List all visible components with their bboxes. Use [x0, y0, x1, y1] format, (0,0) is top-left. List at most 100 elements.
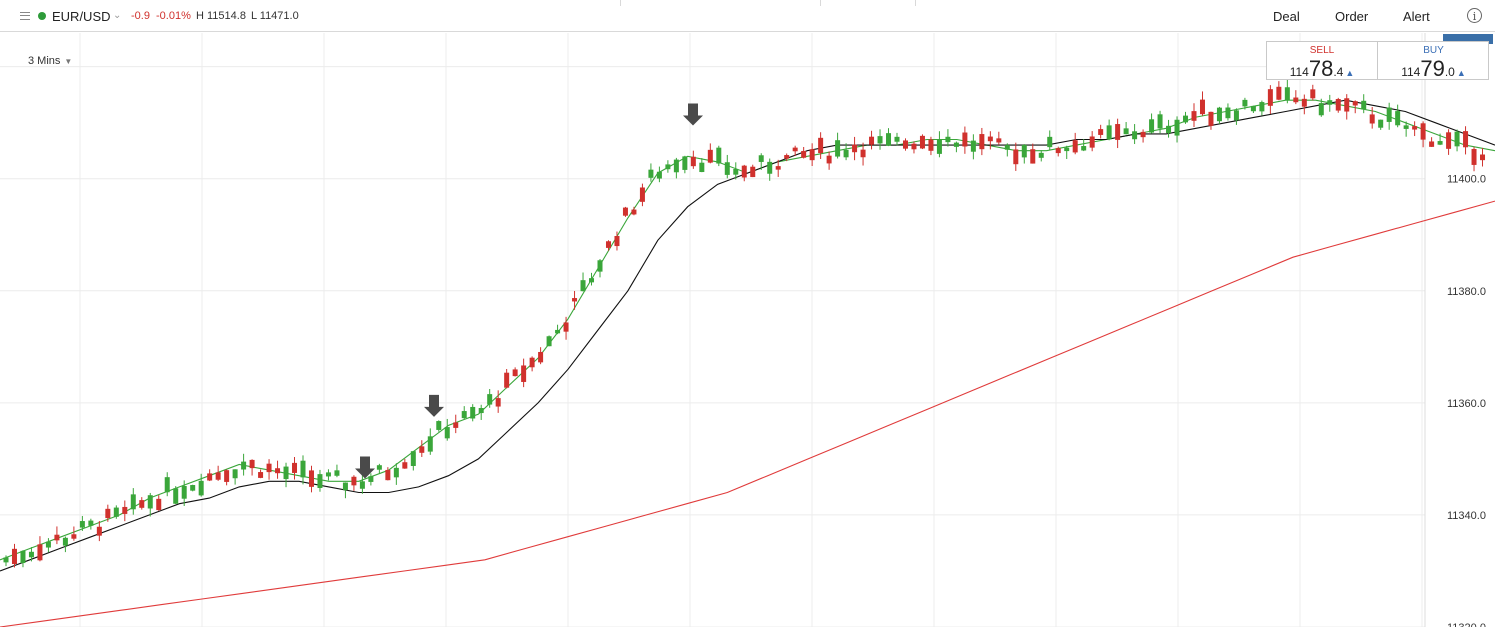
candle-body — [1471, 148, 1477, 165]
candle-body — [1437, 141, 1443, 145]
series-line-2 — [0, 200, 1495, 627]
candle-body — [487, 394, 493, 405]
candle-body — [266, 463, 272, 473]
sell-price-prefix: 114 — [1289, 65, 1309, 79]
candle-body — [775, 166, 781, 170]
candle-body — [28, 551, 34, 558]
candle-body — [1267, 89, 1273, 106]
candle-body — [478, 408, 484, 414]
sell-price: 11478.4 ▲ — [1267, 56, 1377, 82]
y-tick-label: 11400.0 — [1447, 174, 1486, 186]
y-tick-label: 11340.0 — [1447, 510, 1486, 522]
candle-body — [1429, 141, 1435, 147]
candle-body — [1123, 128, 1129, 135]
hamburger-menu-icon[interactable] — [20, 12, 30, 20]
candle-body — [572, 298, 578, 302]
candle-body — [1463, 131, 1469, 148]
deal-button[interactable]: Deal — [1273, 9, 1300, 24]
info-icon[interactable]: i — [1467, 8, 1482, 23]
toolbar-divider — [620, 0, 621, 6]
buy-price-prefix: 114 — [1401, 65, 1421, 79]
series-line-0 — [0, 99, 1495, 561]
candle-body — [173, 488, 179, 504]
candle-body — [538, 351, 544, 363]
candle-body — [1183, 115, 1189, 123]
candle-body — [1310, 89, 1316, 99]
candle-body — [300, 460, 306, 478]
candle-body — [648, 169, 654, 178]
candle-body — [1004, 145, 1010, 150]
candle-body — [359, 481, 365, 489]
candle-body — [563, 322, 569, 332]
candle-body — [1081, 146, 1087, 151]
candle-body — [190, 485, 196, 491]
candle-body — [241, 461, 247, 470]
candle-body — [639, 187, 645, 202]
candle-body — [1072, 140, 1078, 153]
sell-button[interactable]: SELL 11478.4 ▲ — [1267, 42, 1378, 82]
buy-button[interactable]: BUY 11479.0 ▲ — [1378, 42, 1489, 82]
candle-body — [622, 207, 628, 216]
buy-price: 11479.0 ▲ — [1378, 56, 1489, 82]
candle-body — [970, 140, 976, 152]
candle-body — [758, 155, 764, 162]
candle-body — [673, 159, 679, 173]
candle-body — [96, 526, 102, 536]
candle-body — [546, 336, 552, 347]
price-chart[interactable]: 11420.011400.011380.011360.011340.011320… — [0, 33, 1495, 627]
candle-body — [325, 472, 331, 477]
sell-price-pips: 78 — [1308, 56, 1334, 81]
candle-body — [953, 142, 959, 147]
candle-body — [130, 494, 136, 510]
candle-body — [1284, 87, 1290, 101]
candle-body — [1132, 131, 1138, 140]
candle-body — [113, 507, 119, 517]
candle-body — [1335, 99, 1341, 111]
candle-body — [1301, 98, 1307, 107]
candle-body — [1115, 124, 1121, 140]
candle-body — [1208, 111, 1214, 126]
candle-body — [79, 521, 85, 528]
instrument-dropdown-chevron-down-icon[interactable]: ⌄ — [113, 10, 121, 21]
candle-body — [156, 498, 162, 511]
candle-body — [1386, 107, 1392, 122]
y-tick-label: 11360.0 — [1447, 398, 1486, 410]
candle-body — [351, 476, 357, 486]
candle-body — [122, 506, 128, 514]
candle-body — [1047, 136, 1053, 148]
candle-body — [292, 462, 298, 473]
candle-body — [1199, 99, 1205, 115]
candle-body — [1276, 86, 1282, 100]
toolbar-divider — [915, 0, 916, 6]
candle-body — [283, 466, 289, 480]
alert-button[interactable]: Alert — [1403, 9, 1430, 24]
candle-body — [919, 135, 925, 149]
candle-body — [614, 236, 620, 247]
candle-body — [11, 548, 17, 565]
candle-body — [1089, 136, 1095, 148]
candle-body — [1064, 147, 1070, 152]
candle-body — [1318, 103, 1324, 116]
candle-body — [1216, 107, 1222, 122]
candle-body — [1106, 125, 1112, 140]
candle-body — [1403, 125, 1409, 129]
candle-body — [504, 372, 510, 388]
toolbar-divider — [820, 0, 821, 6]
candle-body — [1140, 131, 1146, 138]
candle-body — [342, 482, 348, 491]
candle-body — [88, 520, 94, 526]
candle-body — [979, 134, 985, 150]
candle-body — [521, 365, 527, 382]
order-button[interactable]: Order — [1335, 9, 1368, 24]
candle-body — [1191, 111, 1197, 121]
candle-body — [1038, 152, 1044, 158]
candle-body — [902, 140, 908, 149]
candle-body — [54, 534, 60, 541]
down-arrow-marker-icon — [683, 103, 703, 126]
y-tick-label: 11320.0 — [1447, 622, 1486, 627]
candle-body — [716, 147, 722, 164]
candle-body — [419, 446, 425, 453]
instrument-name[interactable]: EUR/USD — [52, 9, 111, 24]
candle-body — [843, 149, 849, 158]
candle-body — [580, 280, 586, 292]
